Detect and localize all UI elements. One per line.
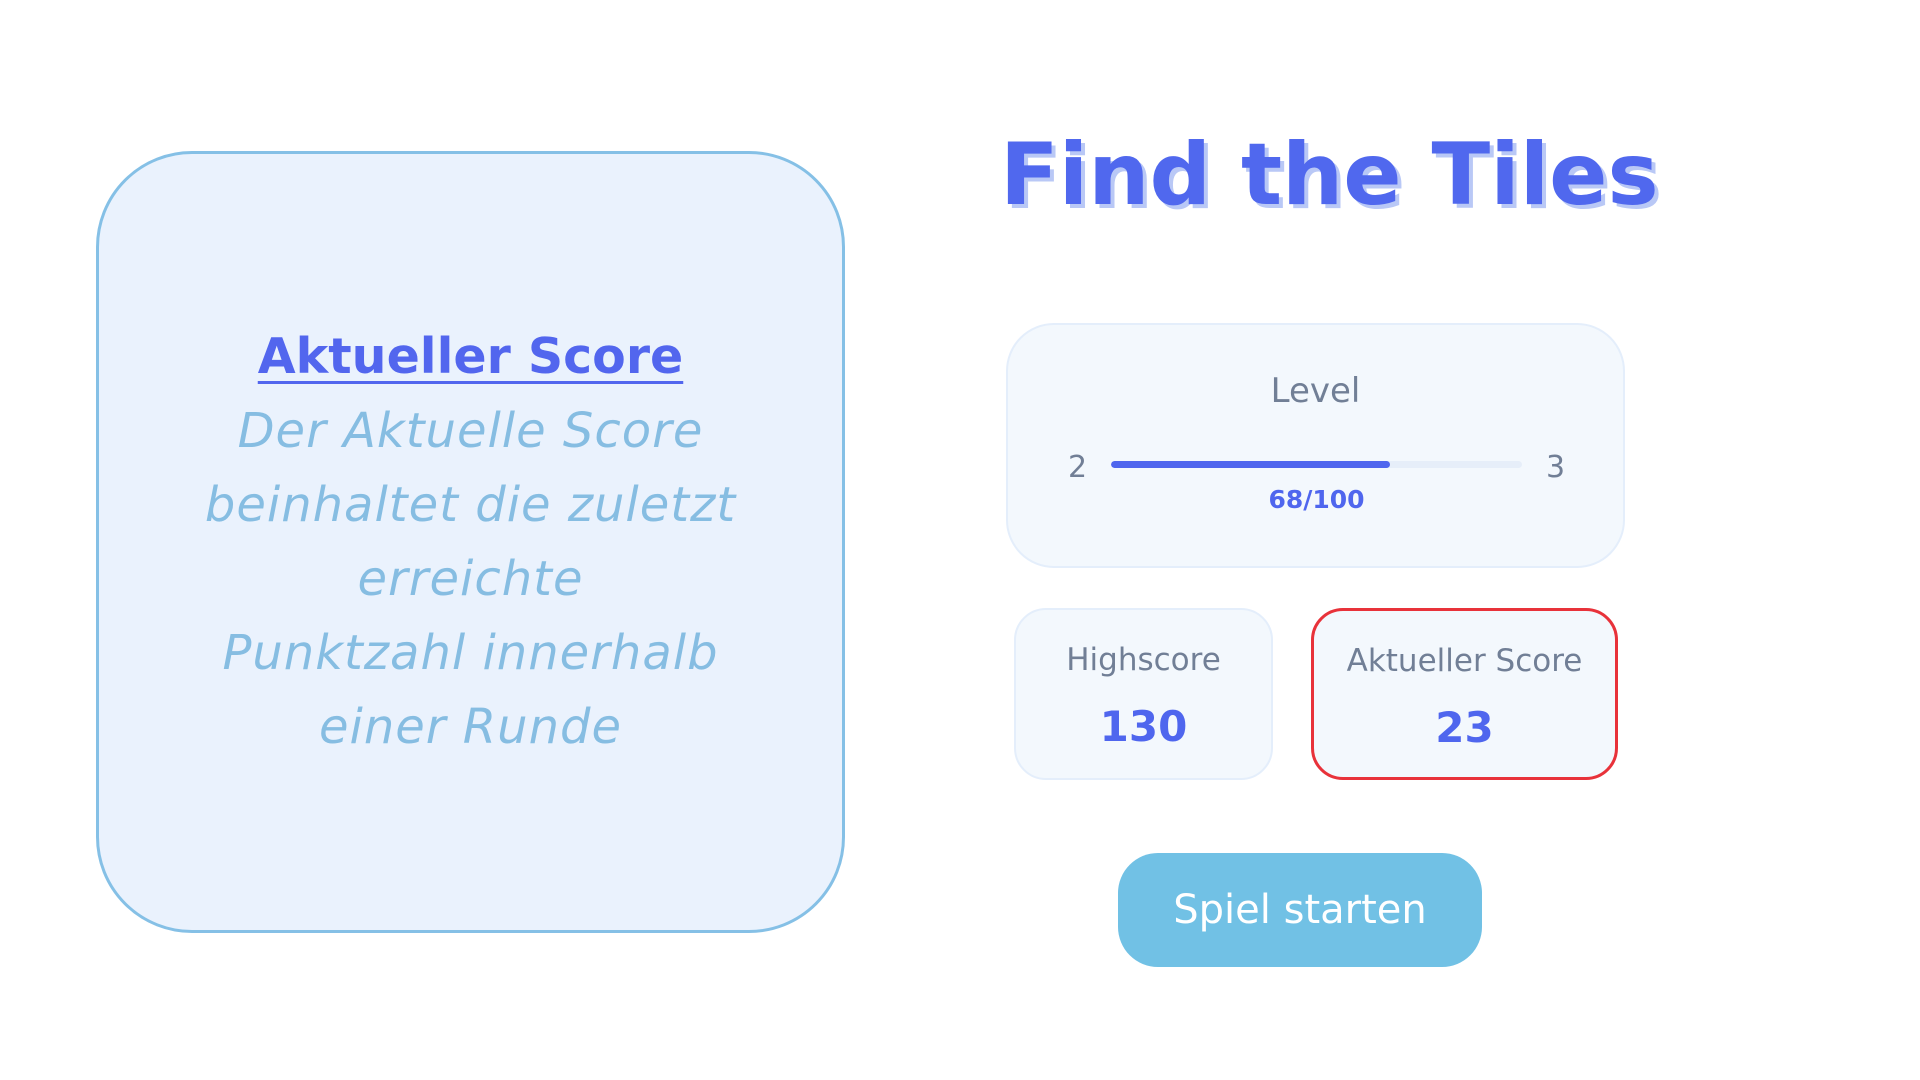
level-progress-bar (1111, 461, 1522, 468)
score-info-line: Der Aktuelle Score (237, 403, 704, 459)
score-info-line: erreichte (357, 551, 584, 607)
level-progress-fill (1111, 461, 1391, 468)
current-score-card: Aktueller Score 23 (1311, 608, 1618, 780)
score-info-line: einer Runde (318, 699, 622, 755)
next-level-number: 3 (1546, 450, 1566, 485)
level-card: Level 2 3 68/100 (1006, 323, 1625, 568)
current-score-value: 23 (1435, 703, 1494, 752)
highscore-card: Highscore 130 (1014, 608, 1273, 780)
highscore-label: Highscore (1066, 642, 1221, 678)
highscore-value: 130 (1099, 702, 1188, 751)
current-score-label: Aktueller Score (1346, 643, 1583, 679)
score-info-title: Aktueller Score (257, 328, 684, 385)
current-level-number: 2 (1068, 450, 1088, 485)
start-game-button[interactable]: Spiel starten (1118, 853, 1482, 967)
score-info-card: Aktueller Score Der Aktuelle Score beinh… (96, 151, 845, 933)
score-info-line: beinhaltet die zuletzt (204, 477, 737, 533)
level-label: Level (1270, 371, 1361, 411)
score-info-line: Punktzahl innerhalb (222, 625, 719, 681)
level-progress-text: 68/100 (1268, 485, 1365, 514)
app-title: Find the Tiles (1000, 125, 1659, 225)
